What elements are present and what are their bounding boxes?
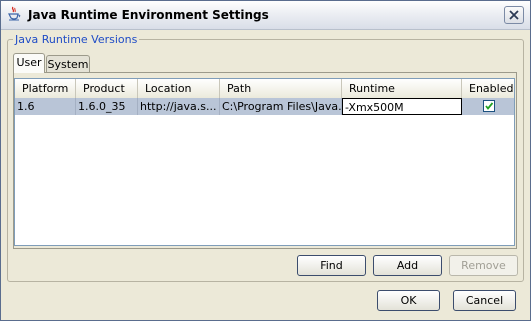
close-button[interactable] bbox=[504, 6, 524, 24]
column-header-location[interactable]: Location bbox=[138, 79, 220, 98]
window-title: Java Runtime Environment Settings bbox=[28, 8, 269, 22]
table-header: Platform Product Location Path Runtime P… bbox=[15, 79, 514, 114]
title-bar[interactable]: Java Runtime Environment Settings bbox=[1, 1, 530, 30]
column-header-runtime-parameters[interactable]: Runtime Parameters bbox=[342, 79, 462, 114]
add-button[interactable]: Add bbox=[373, 255, 442, 276]
tab-user[interactable]: User bbox=[13, 53, 45, 73]
cell-platform[interactable]: 1.6 bbox=[15, 98, 76, 115]
checkmark-icon bbox=[485, 102, 494, 110]
column-header-platform[interactable]: Platform bbox=[15, 79, 76, 98]
table-row[interactable]: 1.6 1.6.0_35 http://java.s... C:\Program… bbox=[15, 98, 514, 115]
group-title: Java Runtime Versions bbox=[13, 33, 140, 46]
close-icon bbox=[509, 10, 519, 20]
column-header-product[interactable]: Product bbox=[76, 79, 138, 98]
enabled-checkbox[interactable] bbox=[483, 100, 495, 112]
jre-table[interactable]: Platform Product Location Path Runtime P… bbox=[14, 78, 515, 246]
ok-button[interactable]: OK bbox=[377, 290, 440, 311]
cell-path[interactable]: C:\Program Files\Java... bbox=[220, 98, 342, 115]
find-button[interactable]: Find bbox=[297, 255, 366, 276]
runtime-parameters-editor[interactable]: -Xmx500M bbox=[342, 98, 462, 115]
cell-product[interactable]: 1.6.0_35 bbox=[76, 98, 138, 115]
java-coffee-cup-icon bbox=[6, 6, 22, 22]
column-header-path[interactable]: Path bbox=[220, 79, 342, 98]
cell-location[interactable]: http://java.s... bbox=[138, 98, 220, 115]
remove-button[interactable]: Remove bbox=[449, 255, 518, 276]
cancel-button[interactable]: Cancel bbox=[453, 290, 516, 311]
column-header-enabled[interactable]: Enabled bbox=[462, 79, 514, 98]
tab-system[interactable]: System bbox=[46, 55, 90, 73]
